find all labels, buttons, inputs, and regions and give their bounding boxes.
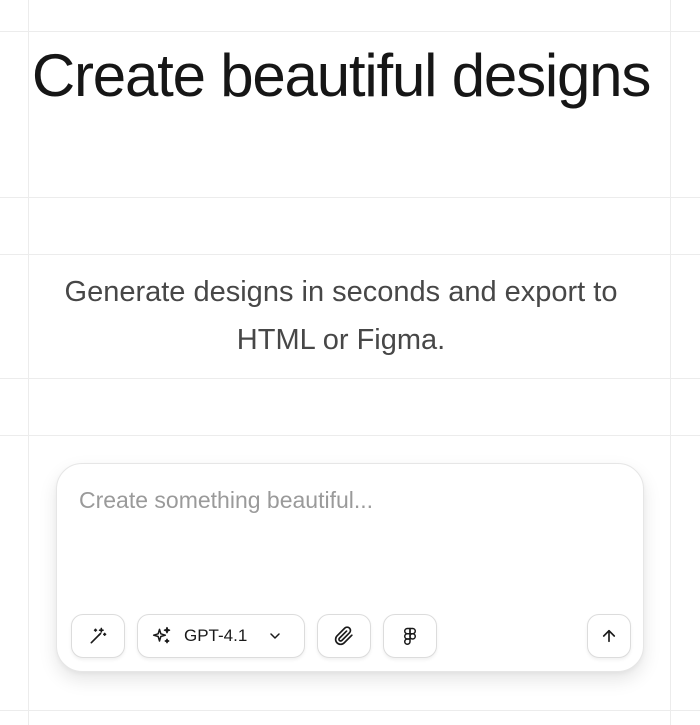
- figma-import-button[interactable]: [383, 614, 437, 658]
- grid-line: [0, 378, 700, 379]
- model-select-button[interactable]: GPT-4.1: [137, 614, 305, 658]
- paperclip-icon: [334, 626, 354, 646]
- grid-line: [0, 254, 700, 255]
- chevron-down-icon: [267, 628, 283, 644]
- enhance-prompt-button[interactable]: [71, 614, 125, 658]
- grid-line: [0, 435, 700, 436]
- magic-wand-icon: [88, 626, 108, 646]
- arrow-up-icon: [600, 627, 618, 645]
- figma-icon: [401, 626, 419, 646]
- grid-line: [0, 31, 700, 32]
- hero-subtitle: Generate designs in seconds and export t…: [64, 276, 618, 356]
- prompt-input[interactable]: [79, 484, 619, 564]
- grid-line: [0, 197, 700, 198]
- model-label: GPT-4.1: [184, 626, 248, 645]
- prompt-card: GPT-4.1: [56, 463, 644, 672]
- grid-line: [0, 710, 700, 711]
- attach-file-button[interactable]: [317, 614, 371, 658]
- hero-title: Create beautiful designs: [31, 42, 651, 109]
- sparkles-icon: [152, 626, 172, 646]
- send-button[interactable]: [587, 614, 631, 658]
